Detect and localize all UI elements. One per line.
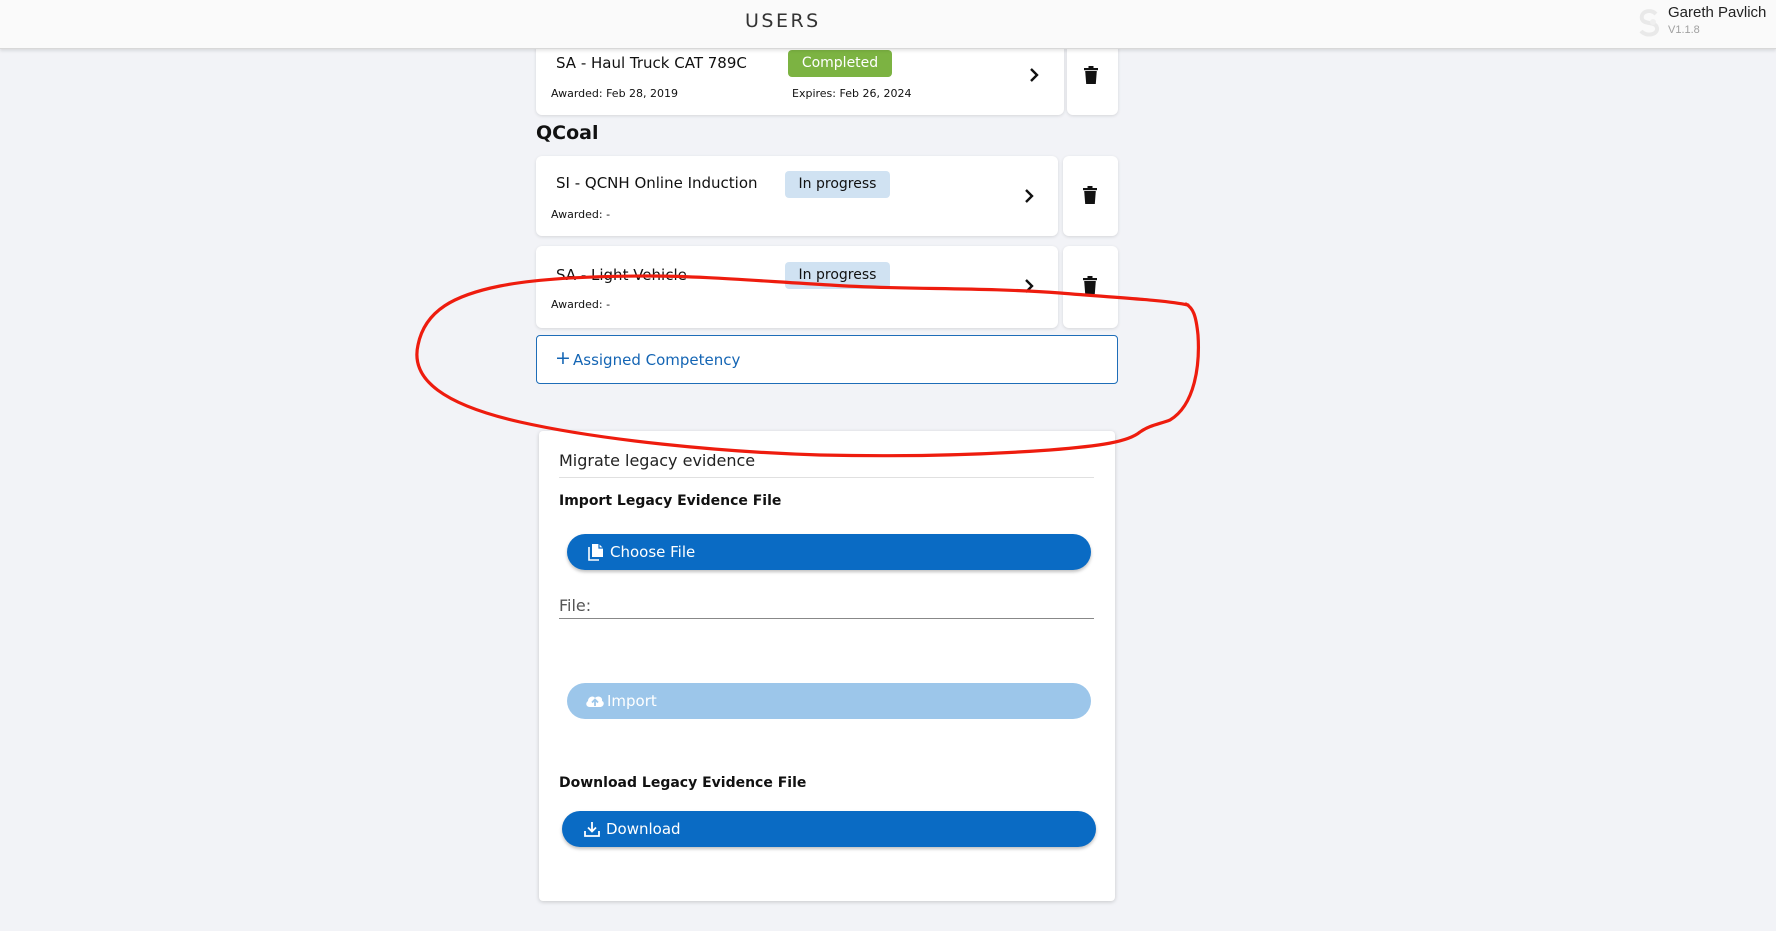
delete-button[interactable] (1063, 156, 1118, 236)
import-section-label: Import Legacy Evidence File (559, 493, 782, 509)
file-field-label: File: (559, 596, 592, 615)
import-label: Import (607, 692, 657, 710)
app-version: V1.1.8 (1668, 24, 1700, 36)
competency-card[interactable]: SA - Haul Truck CAT 789C Completed Award… (536, 40, 1064, 115)
download-button[interactable]: Download (562, 811, 1096, 847)
assigned-competency-button[interactable]: + Assigned Competency (536, 335, 1118, 384)
delete-button[interactable] (1067, 40, 1118, 115)
assigned-competency-label: Assigned Competency (573, 351, 741, 369)
import-button[interactable]: Import (567, 683, 1091, 719)
top-bar: USERS Gareth Pavlich V1.1.8 (0, 0, 1776, 49)
delete-button[interactable] (1063, 246, 1118, 328)
migrate-title: Migrate legacy evidence (559, 451, 756, 470)
file-field[interactable] (559, 618, 1094, 619)
awarded-date: Awarded: - (551, 298, 611, 311)
choose-file-button[interactable]: Choose File (567, 534, 1091, 570)
competency-title: SA - Haul Truck CAT 789C (556, 54, 747, 72)
file-copy-icon (588, 544, 603, 561)
status-badge: In progress (785, 171, 890, 198)
plus-icon: + (555, 347, 571, 369)
user-logo-icon (1639, 9, 1659, 37)
divider (559, 477, 1094, 478)
competency-card[interactable]: SI - QCNH Online Induction In progress A… (536, 156, 1058, 236)
awarded-date: Awarded: Feb 28, 2019 (551, 87, 679, 100)
expires-date: Expires: Feb 26, 2024 (792, 87, 912, 100)
trash-icon (1084, 66, 1098, 84)
competency-title: SI - QCNH Online Induction (556, 174, 758, 192)
download-section-label: Download Legacy Evidence File (559, 775, 807, 791)
download-icon (584, 822, 600, 837)
competency-title: SA - Light Vehicle (556, 266, 687, 284)
trash-icon (1083, 186, 1097, 204)
migrate-legacy-card: Migrate legacy evidence Import Legacy Ev… (539, 431, 1115, 901)
trash-icon (1083, 276, 1097, 294)
choose-file-label: Choose File (610, 543, 696, 561)
chevron-right-icon[interactable] (1027, 67, 1041, 83)
status-badge: Completed (788, 50, 892, 77)
user-name[interactable]: Gareth Pavlich (1668, 4, 1766, 21)
competency-card[interactable]: SA - Light Vehicle In progress Awarded: … (536, 246, 1058, 328)
page-title: USERS (745, 10, 821, 32)
cloud-upload-icon (586, 696, 604, 707)
status-badge: In progress (785, 262, 890, 289)
awarded-date: Awarded: - (551, 208, 611, 221)
download-label: Download (606, 820, 681, 838)
company-heading: QCoal (536, 122, 599, 144)
chevron-right-icon[interactable] (1022, 278, 1036, 294)
chevron-right-icon[interactable] (1022, 188, 1036, 204)
